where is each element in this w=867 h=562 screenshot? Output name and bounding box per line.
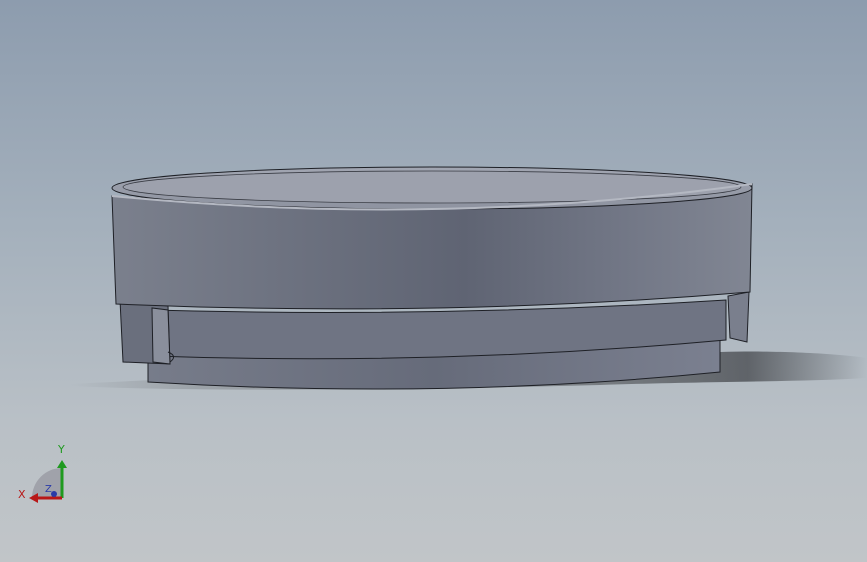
right-tab [727,291,750,343]
y-axis-label: Y [58,443,65,456]
x-axis-label: X [18,488,26,501]
y-axis-arrow [57,460,67,468]
model-scene[interactable] [0,0,867,562]
top-face-inner-edge [122,170,742,204]
z-axis-label: Z [45,484,52,495]
left-tab-inner [151,307,171,365]
axis-triad: X Y Z [14,440,74,510]
graphics-viewport[interactable]: X Y Z [0,0,867,562]
